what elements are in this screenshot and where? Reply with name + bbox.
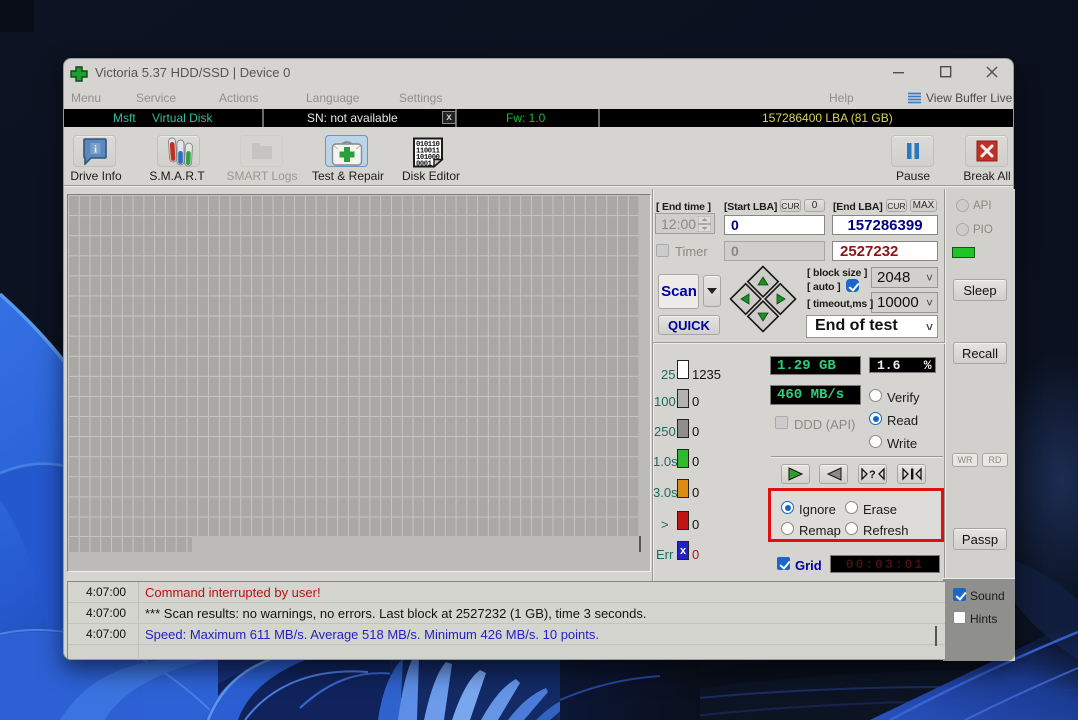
svg-text:i: i	[94, 144, 97, 156]
svg-text:?: ?	[869, 469, 876, 481]
svg-text:0001: 0001	[416, 161, 433, 169]
